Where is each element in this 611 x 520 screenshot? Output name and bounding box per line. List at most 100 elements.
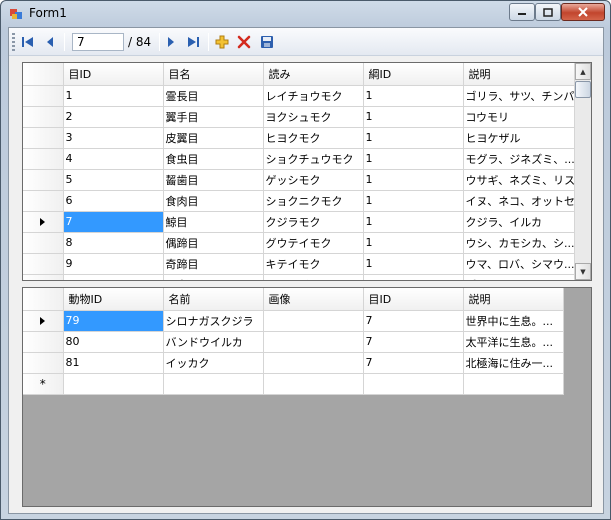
row-header[interactable] — [23, 352, 64, 374]
column-header-description[interactable]: 説明 — [463, 63, 576, 86]
row-header[interactable] — [23, 253, 64, 275]
table-cell[interactable]: 7 — [363, 310, 464, 332]
table-cell[interactable]: 食虫目 — [163, 148, 264, 170]
table-cell[interactable] — [363, 373, 464, 395]
table-cell[interactable]: ショクチュウモク — [263, 148, 364, 170]
table-row[interactable]: 8 偶蹄目 グウテイモク 1 ウシ、カモシカ、シ... — [23, 232, 576, 254]
table-cell[interactable]: 北極海に住み一... — [463, 352, 564, 374]
new-row-header[interactable]: * — [23, 373, 64, 395]
row-header[interactable] — [23, 232, 64, 254]
table-cell[interactable]: 5 — [63, 169, 164, 191]
table-cell[interactable]: 1 — [363, 85, 464, 107]
table-cell[interactable]: 1 — [363, 148, 464, 170]
table-cell[interactable]: 霊長目 — [163, 85, 264, 107]
table-cell[interactable]: 80 — [63, 331, 164, 353]
scroll-thumb[interactable] — [575, 81, 591, 98]
table-cell[interactable] — [263, 373, 364, 395]
table-cell[interactable]: 79 — [63, 310, 164, 332]
table-cell[interactable] — [163, 373, 264, 395]
table-cell[interactable]: 長鼻目 — [163, 274, 264, 280]
vertical-scrollbar[interactable]: ▲ ▼ — [574, 63, 591, 280]
table-row[interactable]: 2 翼手目 ヨクシュモク 1 コウモリ — [23, 106, 576, 128]
row-header[interactable] — [23, 85, 64, 107]
table-cell[interactable]: 食肉目 — [163, 190, 264, 212]
table-cell[interactable]: 4 — [63, 148, 164, 170]
table-cell[interactable]: 1 — [363, 169, 464, 191]
toolbar-grip[interactable] — [12, 33, 15, 51]
column-header-class-id[interactable]: 綱ID — [363, 63, 464, 86]
table-cell[interactable]: 1 — [363, 253, 464, 275]
column-header-name[interactable]: 名前 — [163, 288, 264, 311]
table-cell[interactable]: 鯨目 — [163, 211, 264, 233]
table-cell[interactable]: 81 — [63, 352, 164, 374]
column-header-order-name[interactable]: 目名 — [163, 63, 264, 86]
table-cell[interactable]: 太平洋に生息。... — [463, 331, 564, 353]
table-cell[interactable]: シロナガスクジラ — [163, 310, 264, 332]
table-cell[interactable]: ウマ、ロバ、シマウ... — [463, 253, 576, 275]
row-header-corner[interactable] — [23, 63, 64, 86]
table-cell[interactable]: 1 — [363, 106, 464, 128]
row-header[interactable] — [23, 148, 64, 170]
table-cell[interactable]: 1 — [363, 232, 464, 254]
table-cell[interactable]: クジラ、イルカ — [463, 211, 576, 233]
table-cell[interactable]: ウサギ、ネズミ、リス... — [463, 169, 576, 191]
table-row[interactable]: 4 食虫目 ショクチュウモク 1 モグラ、ジネズミ、... — [23, 148, 576, 170]
table-cell[interactable]: 9 — [63, 253, 164, 275]
table-cell[interactable] — [63, 373, 164, 395]
column-header-order-id[interactable]: 目ID — [63, 63, 164, 86]
table-cell[interactable]: 齧歯目 — [163, 169, 264, 191]
move-last-button[interactable] — [183, 32, 203, 52]
table-cell[interactable] — [263, 310, 364, 332]
table-cell[interactable]: モグラ、ジネズミ、... — [463, 148, 576, 170]
move-previous-button[interactable] — [40, 32, 60, 52]
row-header[interactable] — [23, 169, 64, 191]
column-header-image[interactable]: 画像 — [263, 288, 364, 311]
table-cell[interactable]: ショクニクモク — [263, 190, 364, 212]
close-window-button[interactable] — [561, 3, 605, 21]
table-cell[interactable]: 世界中に生息。... — [463, 310, 564, 332]
column-header-order-id[interactable]: 目ID — [363, 288, 464, 311]
table-cell[interactable]: イッカク — [163, 352, 264, 374]
table-cell[interactable]: 2 — [63, 106, 164, 128]
title-bar[interactable]: Form1 — [1, 1, 610, 27]
table-cell[interactable]: ゲッシモク — [263, 169, 364, 191]
column-header-reading[interactable]: 読み — [263, 63, 364, 86]
add-new-button[interactable] — [212, 32, 232, 52]
table-cell[interactable]: クジラモク — [263, 211, 364, 233]
table-cell[interactable]: 7 — [363, 331, 464, 353]
table-cell[interactable]: キテイモク — [263, 253, 364, 275]
table-cell[interactable]: 3 — [63, 127, 164, 149]
table-cell[interactable]: コウモリ — [463, 106, 576, 128]
table-cell[interactable]: ヒヨケザル — [463, 127, 576, 149]
table-cell[interactable]: 皮翼目 — [163, 127, 264, 149]
table-cell[interactable]: 翼手目 — [163, 106, 264, 128]
row-header[interactable] — [23, 331, 64, 353]
table-cell[interactable]: 偶蹄目 — [163, 232, 264, 254]
table-cell[interactable]: 1 — [63, 85, 164, 107]
table-cell[interactable]: チョウビモク — [263, 274, 364, 280]
move-next-button[interactable] — [161, 32, 181, 52]
table-row[interactable]: 6 食肉目 ショクニクモク 1 イヌ、ネコ、オットセ... — [23, 190, 576, 212]
table-cell[interactable]: 7 — [363, 352, 464, 374]
table-row[interactable]: 5 齧歯目 ゲッシモク 1 ウサギ、ネズミ、リス... — [23, 169, 576, 191]
maximize-button[interactable] — [535, 3, 561, 21]
row-header[interactable] — [23, 310, 64, 332]
table-cell[interactable]: ヨクシュモク — [263, 106, 364, 128]
table-cell[interactable]: ゾウ、マンモス — [463, 274, 576, 280]
row-header-corner[interactable] — [23, 288, 64, 311]
row-header[interactable] — [23, 211, 64, 233]
table-cell[interactable]: 7 — [63, 211, 164, 233]
new-row[interactable]: * — [23, 373, 564, 395]
table-cell[interactable]: 1 — [363, 211, 464, 233]
table-cell[interactable]: 1 — [363, 127, 464, 149]
move-first-button[interactable] — [18, 32, 38, 52]
table-cell[interactable]: 奇蹄目 — [163, 253, 264, 275]
minimize-button[interactable] — [509, 3, 535, 21]
table-cell[interactable]: 10 — [63, 274, 164, 280]
table-cell[interactable]: レイチョウモク — [263, 85, 364, 107]
save-button[interactable] — [257, 32, 277, 52]
scroll-down-button[interactable]: ▼ — [575, 263, 591, 280]
table-cell[interactable]: 8 — [63, 232, 164, 254]
table-row[interactable]: 10長鼻目チョウビモク1ゾウ、マンモス — [23, 274, 576, 280]
table-cell[interactable] — [463, 373, 564, 395]
